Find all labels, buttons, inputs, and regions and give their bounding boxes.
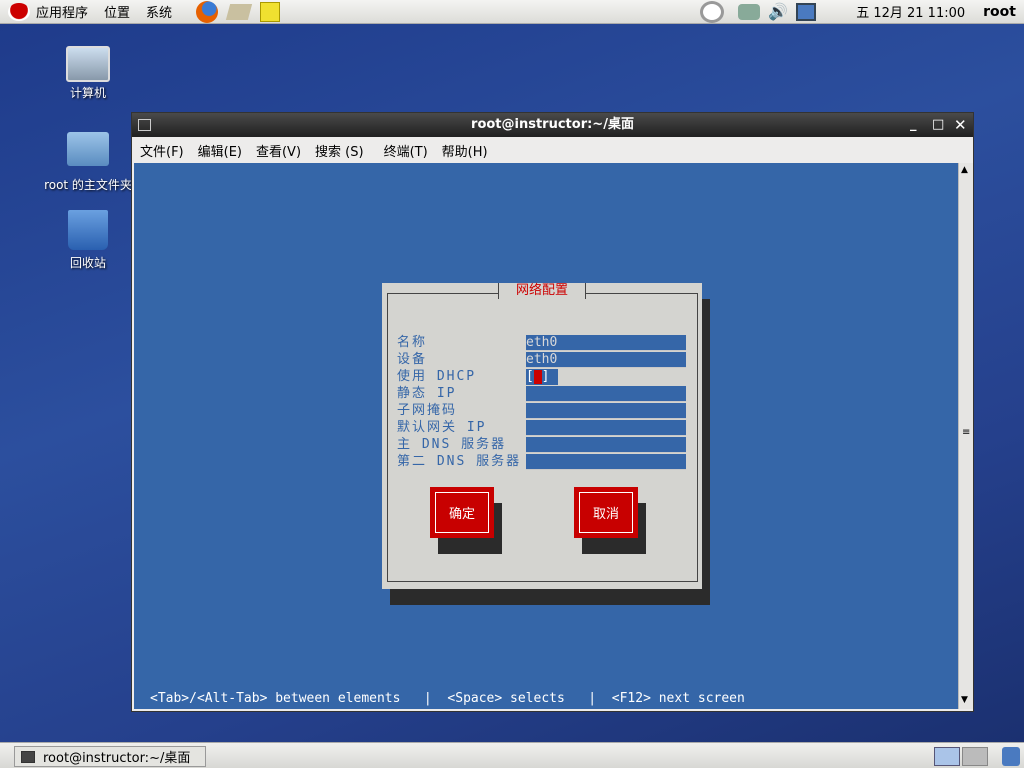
menu-help[interactable]: 帮助(H) (442, 141, 488, 160)
field-label: 使用 DHCP (397, 369, 477, 384)
redhat-logo-icon[interactable] (8, 2, 30, 21)
menu-system[interactable]: 系统 (146, 2, 172, 21)
scroll-up-icon[interactable]: ▲ (961, 165, 968, 175)
dialog-title: 网络配置 (498, 283, 586, 299)
field-label: 名称 (397, 335, 428, 350)
workspace-1[interactable] (934, 747, 960, 766)
window-titlebar[interactable]: root@instructor:~/桌面 _ □ ✕ (132, 113, 973, 137)
field-label: 静态 IP (397, 386, 457, 401)
checkbox-value: [ ] (526, 369, 550, 384)
field-input[interactable]: eth0 (526, 335, 686, 351)
display-icon[interactable] (796, 2, 817, 21)
terminal-icon (138, 119, 151, 131)
field-label: 子网掩码 (397, 403, 458, 418)
menu-view[interactable]: 查看(V) (256, 141, 301, 160)
desktop-icon-label: root 的主文件夹 (44, 178, 132, 192)
desktop-icon-computer[interactable]: 计算机 (43, 46, 133, 101)
desktop-icon-label: 回收站 (69, 256, 106, 270)
notes-icon[interactable] (260, 1, 281, 22)
menu-file[interactable]: 文件(F) (140, 141, 184, 160)
dhcp-checkbox[interactable]: [ ] (526, 369, 686, 385)
cancel-button[interactable]: 取消 (574, 487, 638, 538)
status-line: <Tab>/<Alt-Tab> between elements | <Spac… (150, 691, 745, 706)
field-label: 设备 (397, 352, 428, 367)
ok-button[interactable]: 确定 (430, 487, 494, 538)
field-input[interactable] (526, 454, 686, 470)
terminal-icon (21, 750, 35, 763)
clock[interactable]: 五 12月 21 11:00 (856, 2, 965, 21)
scroll-down-icon[interactable]: ▼ (961, 695, 968, 705)
network-config-dialog: 网络配置 名称 eth0 设备 eth0 使用 DHCP [ ] 静态 IP 子网掩码默认网关… (382, 283, 702, 589)
field-label: 主 DNS 服务器 (397, 437, 507, 452)
field-input[interactable] (526, 403, 686, 419)
mail-icon[interactable] (225, 3, 253, 20)
desktop-icon-home[interactable]: root 的主文件夹 (38, 132, 138, 193)
menu-terminal[interactable]: 终端(T) (384, 141, 428, 160)
menu-bar: 文件(F) 编辑(E) 查看(V) 搜索 (S) 终端(T) 帮助(H) (132, 137, 973, 163)
network-icon[interactable] (738, 3, 761, 20)
menu-edit[interactable]: 编辑(E) (198, 141, 242, 160)
trash-icon (68, 210, 108, 250)
trash-applet-icon[interactable] (1002, 747, 1020, 766)
bottom-taskbar: root@instructor:~/桌面 (0, 742, 1024, 768)
maximize-icon[interactable]: □ (932, 113, 944, 137)
desktop-icon-label: 计算机 (69, 86, 106, 100)
terminal-area[interactable]: 网络配置 名称 eth0 设备 eth0 使用 DHCP [ ] 静态 IP 子网掩码默认网关… (134, 163, 958, 709)
menu-applications[interactable]: 应用程序 (36, 2, 88, 21)
menu-search[interactable]: 搜索 (S) (315, 141, 364, 160)
home-folder-icon (67, 132, 109, 166)
update-icon[interactable] (700, 0, 725, 23)
cancel-label: 取消 (579, 492, 633, 533)
menu-places[interactable]: 位置 (104, 2, 130, 21)
field-input[interactable] (526, 420, 686, 436)
ok-label: 确定 (435, 492, 489, 533)
top-panel: 应用程序 位置 系统 🔊 五 12月 21 11:00 root (0, 0, 1024, 24)
window-title: root@instructor:~/桌面 (471, 117, 634, 132)
scroll-grip-icon[interactable]: ≡ (962, 427, 970, 438)
field-label: 默认网关 IP (397, 420, 487, 435)
taskbar-item-label: root@instructor:~/桌面 (43, 751, 191, 766)
computer-icon (66, 46, 110, 82)
terminal-window: root@instructor:~/桌面 _ □ ✕ 文件(F) 编辑(E) 查… (131, 112, 974, 712)
close-icon[interactable]: ✕ (954, 113, 967, 137)
field-label: 第二 DNS 服务器 (397, 454, 522, 469)
field-input[interactable]: eth0 (526, 352, 686, 368)
desktop-icon-trash[interactable]: 回收站 (43, 210, 133, 271)
taskbar-item-terminal[interactable]: root@instructor:~/桌面 (14, 746, 206, 767)
field-input[interactable] (526, 437, 686, 453)
scrollbar[interactable]: ▲ ≡ ▼ (958, 163, 973, 709)
firefox-icon[interactable] (196, 0, 219, 23)
volume-icon[interactable]: 🔊 (768, 2, 788, 21)
minimize-icon[interactable]: _ (910, 113, 917, 137)
field-input[interactable] (526, 386, 686, 402)
workspace-2[interactable] (962, 747, 988, 766)
user-name[interactable]: root (983, 4, 1016, 20)
